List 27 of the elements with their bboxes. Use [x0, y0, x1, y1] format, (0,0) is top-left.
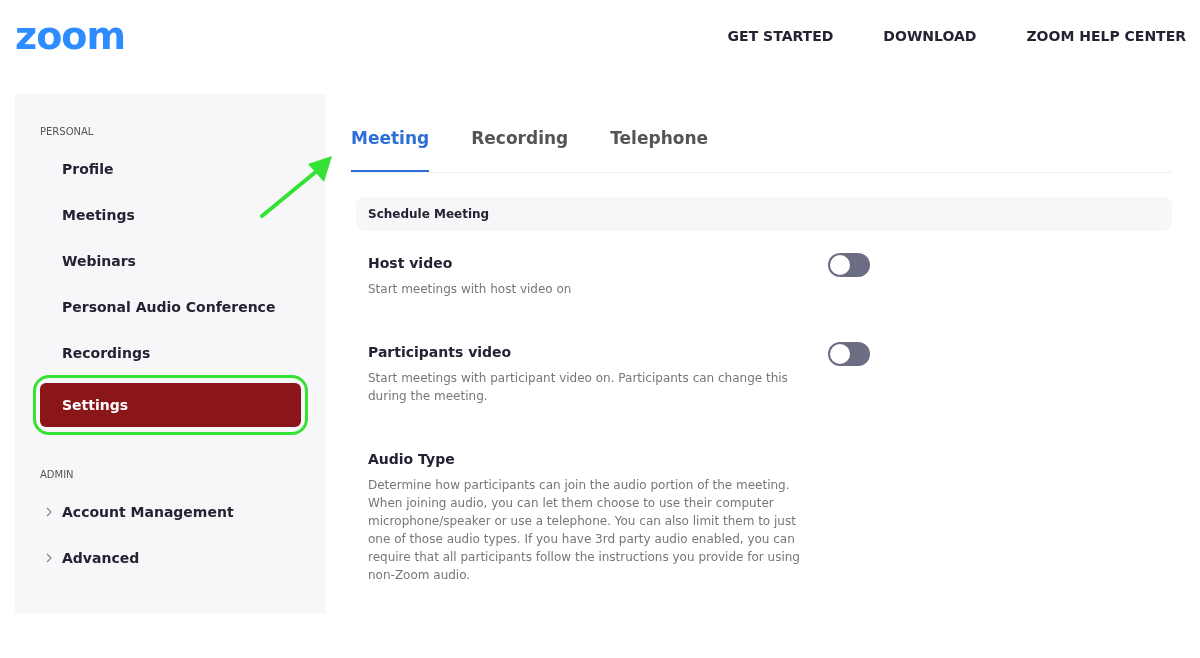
- tab[interactable]: Telephone: [610, 126, 709, 172]
- sidebar-item[interactable]: Account Management: [40, 494, 301, 530]
- nav-link[interactable]: ZOOM HELP CENTER: [1026, 25, 1186, 47]
- sidebar-item[interactable]: Profile: [40, 151, 301, 187]
- setting-description: Start meetings with participant video on. Participants can change this during the meeting.: [368, 369, 789, 405]
- toggle-switch[interactable]: [828, 252, 870, 277]
- setting-description: Determine how participants can join the audio portion of the meeting. When joining audio, you can let them choose to use their computer microphone/speaker or use a telephone. You can also limit them to just one of those audio types. If you have 3rd party audio enabled, you can require that all participants follow the instructions you provide for using non-Zoom audio.: [368, 476, 801, 584]
- chevron-icon: [46, 507, 52, 517]
- sidebar-item[interactable]: Settings: [40, 383, 301, 427]
- sidebar-item[interactable]: Advanced: [40, 540, 301, 576]
- section-heading: ADMIN: [39, 468, 75, 482]
- toggle-switch[interactable]: [828, 341, 870, 366]
- sidebar-item[interactable]: Meetings: [40, 197, 301, 233]
- tab[interactable]: Meeting: [351, 126, 430, 172]
- sidebar-item[interactable]: Recordings: [40, 335, 301, 371]
- section-heading: PERSONAL: [39, 125, 95, 139]
- setting-title: Audio Type: [368, 449, 456, 469]
- tab[interactable]: Recording: [471, 126, 569, 172]
- sidebar-item[interactable]: Personal Audio Conference: [40, 289, 301, 325]
- nav-link[interactable]: GET STARTED: [727, 25, 834, 47]
- chevron-icon: [46, 553, 52, 563]
- section-header: Schedule Meeting: [368, 205, 490, 223]
- setting-title: Host video: [368, 253, 454, 273]
- nav-link[interactable]: DOWNLOAD: [883, 25, 977, 47]
- setting-title: Participants video: [368, 342, 513, 362]
- setting-description: Start meetings with host video on: [368, 280, 573, 298]
- sidebar-item[interactable]: Webinars: [40, 243, 301, 279]
